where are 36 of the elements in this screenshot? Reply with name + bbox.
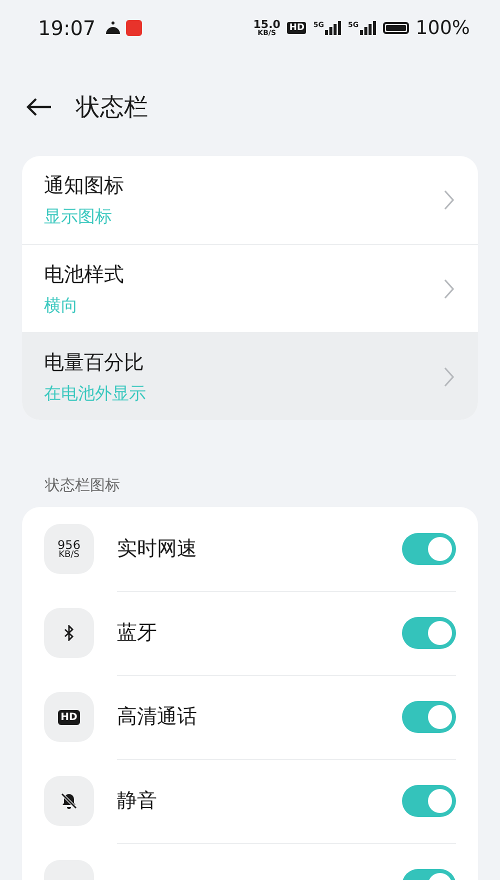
chevron-icon (444, 190, 454, 210)
app-icon (104, 20, 122, 36)
hd-icon: HD (287, 22, 306, 34)
setting-row[interactable]: 通知图标 显示图标 (22, 156, 478, 244)
chevron-icon (444, 366, 454, 386)
bluetooth-icon (64, 625, 74, 641)
icon-label: 实时网速 (117, 535, 198, 562)
icon-label: 高清通话 (117, 703, 198, 730)
clock: 19:07 (38, 16, 96, 40)
hd-icon: HD (58, 710, 80, 724)
section-title: 状态栏图标 (44, 475, 121, 496)
signal-icon (325, 21, 342, 35)
toggle-switch[interactable] (402, 700, 456, 732)
setting-value: 显示图标 (44, 206, 113, 228)
chevron-icon (444, 278, 454, 298)
signal-icon (360, 21, 376, 35)
toggle-switch[interactable] (402, 616, 456, 648)
icon-label: 静音 (117, 787, 158, 814)
setting-value: 在电池外显示 (44, 382, 147, 404)
net-speed: 15.0 (253, 20, 280, 30)
setting-value: 横向 (44, 294, 79, 316)
speed-unit: KB/S (58, 550, 80, 560)
page-title: 状态栏 (76, 92, 148, 123)
muted-bell-icon (60, 792, 78, 810)
setting-title: 电池样式 (44, 260, 125, 288)
setting-title: 通知图标 (44, 172, 125, 199)
app-icon (126, 20, 142, 36)
setting-title: 电量百分比 (44, 348, 145, 376)
toggle-switch[interactable] (402, 784, 456, 816)
icon-label: 蓝牙 (117, 619, 158, 646)
battery-percent: 100% (416, 17, 470, 39)
back-icon[interactable] (26, 97, 52, 117)
speed-value: 956 (58, 538, 80, 550)
battery-icon (382, 22, 409, 34)
toggle-switch[interactable] (402, 532, 456, 564)
setting-row[interactable]: 电量百分比 在电池外显示 (22, 332, 478, 420)
